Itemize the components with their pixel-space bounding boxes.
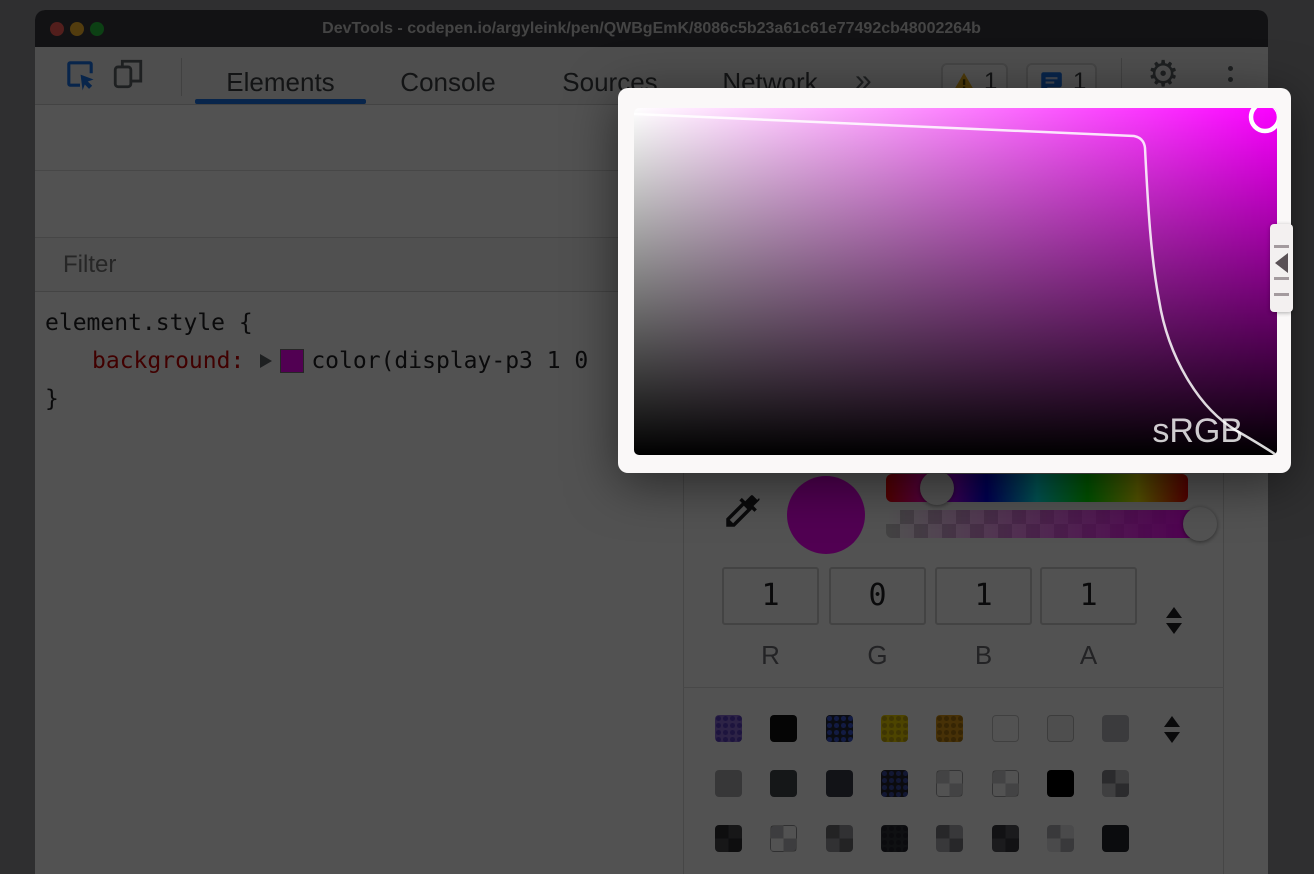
screenshot-stage: DevTools - codepen.io/argyleink/pen/QWBg… xyxy=(0,0,1314,874)
scroll-arrow-tab xyxy=(1270,224,1293,312)
color-gamut-popup: sRGB xyxy=(618,88,1291,473)
grip-line xyxy=(1274,277,1289,280)
gamut-boundary-overlay xyxy=(634,108,1277,455)
gamut-label: sRGB xyxy=(1152,412,1243,451)
color-selection-ring[interactable] xyxy=(1251,108,1277,131)
collapse-left-icon[interactable] xyxy=(1275,253,1288,273)
saturation-lightness-area[interactable]: sRGB xyxy=(634,108,1277,455)
grip-line xyxy=(1274,293,1289,296)
srgb-gamut-line xyxy=(634,114,1277,455)
grip-line xyxy=(1274,245,1289,248)
